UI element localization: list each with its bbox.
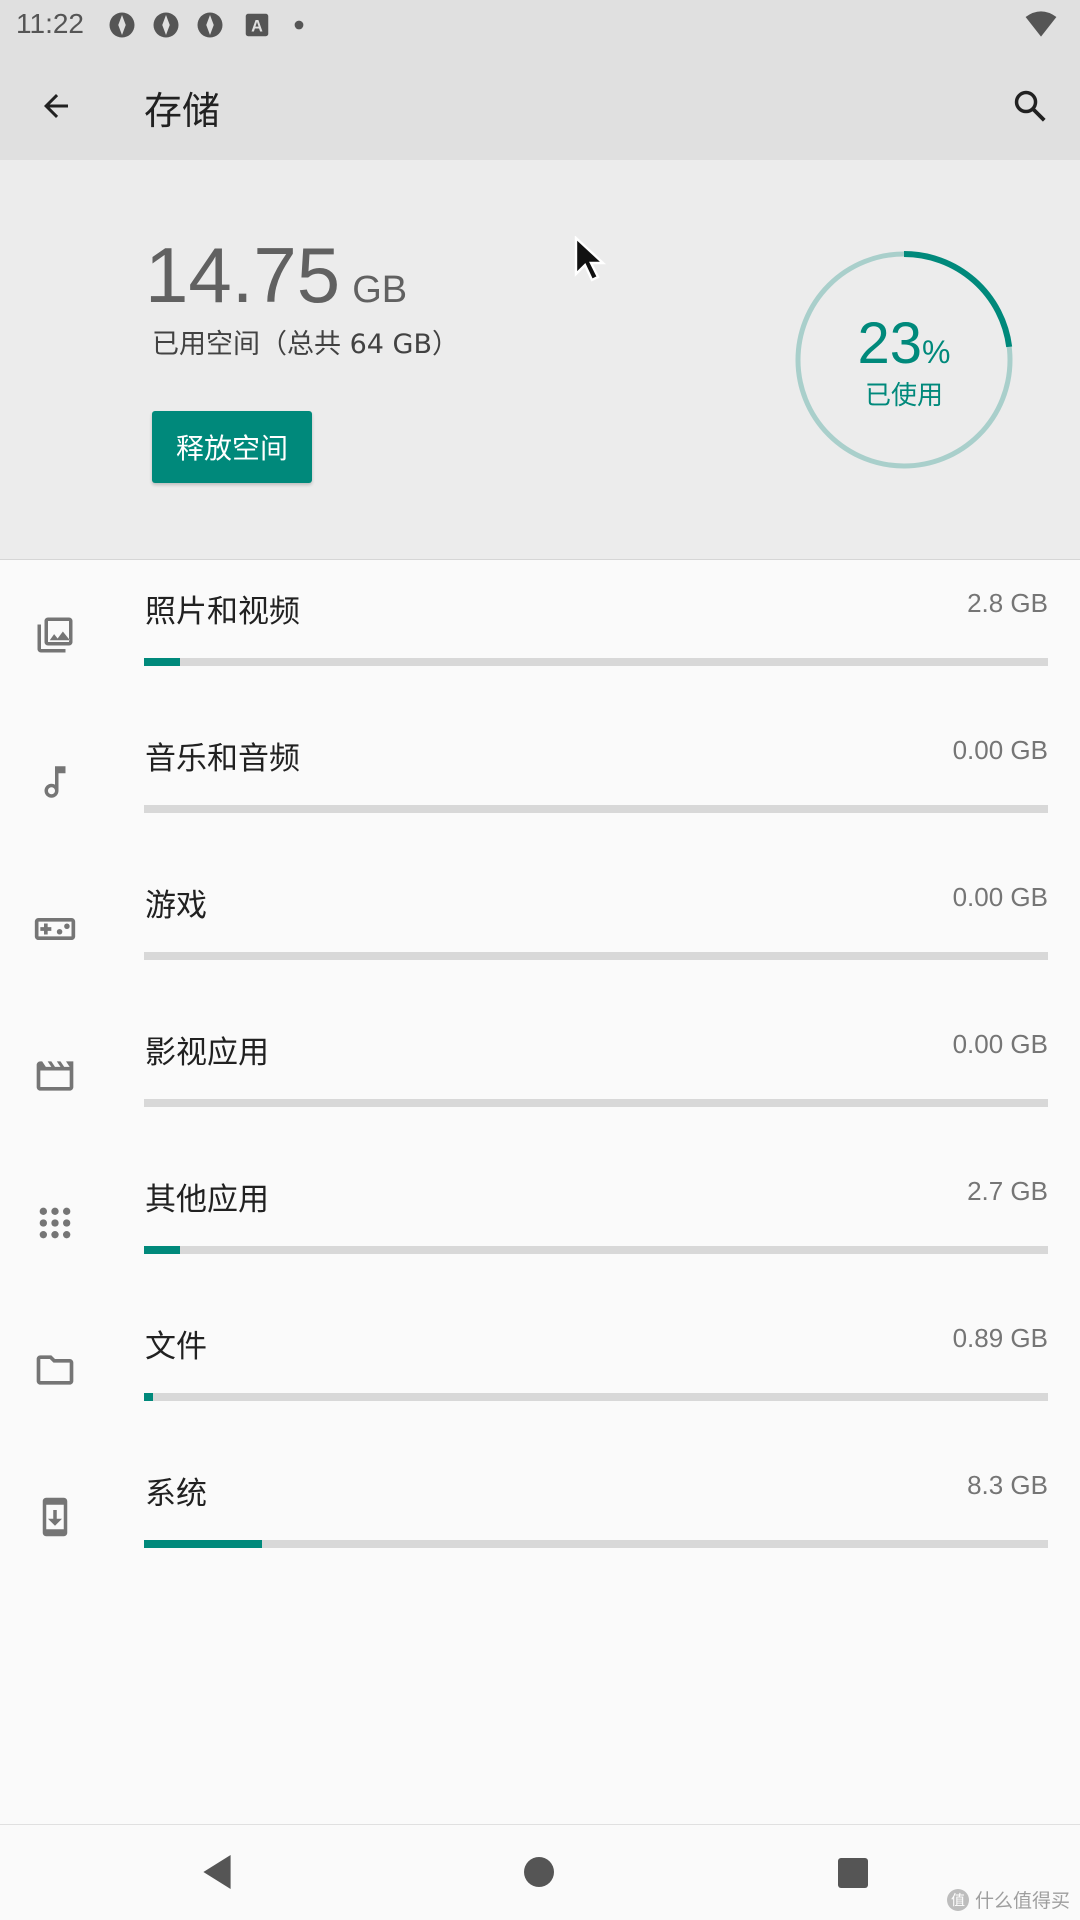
category-usage-fill [144,1393,154,1401]
category-size: 2.7 GB [967,1176,1048,1206]
free-up-space-button[interactable]: 释放空间 [152,411,312,483]
search-button[interactable] [1002,78,1058,134]
category-usage-fill [144,658,181,666]
watermark-text: 什么值得买 [974,1890,1070,1912]
category-usage-bar [144,805,1048,813]
page-title: 存储 [144,89,221,133]
usage-percent-sign: % [922,334,951,370]
category-usage-fill [144,1540,262,1548]
category-label: 游戏 [145,888,207,924]
storage-category-item[interactable]: 游戏 0.00 GB [0,854,1080,1001]
category-size: 8.3 GB [967,1470,1048,1500]
wifi-icon [1025,11,1057,37]
category-label: 音乐和音频 [145,741,300,777]
aperture-icon [197,12,223,38]
dot-icon [294,20,304,30]
usage-percent: 23% [792,310,1016,377]
storage-category-item[interactable]: 文件 0.89 GB [0,1295,1080,1442]
category-usage-bar [144,1246,1048,1254]
category-usage-bar [144,1099,1048,1107]
used-description: 已用空间（总共 64 GB） [152,329,459,360]
used-unit: GB [352,269,408,311]
gamepad-icon [30,904,80,954]
back-button[interactable] [28,78,84,134]
usage-percent-number: 23 [857,311,923,376]
folder-icon [30,1345,80,1395]
category-label: 系统 [145,1476,207,1512]
category-size: 2.8 GB [967,588,1048,618]
category-usage-bar [144,1393,1048,1401]
nav-home-icon[interactable] [524,1857,554,1887]
category-usage-bar [144,952,1048,960]
watermark-logo-icon: 值 [946,1888,969,1911]
category-size: 0.00 GB [952,1029,1048,1059]
category-label: 文件 [145,1329,207,1365]
aperture-icon [153,12,179,38]
category-usage-fill [144,1246,181,1254]
app-bar: 存储 [0,50,1080,160]
used-number: 14.75 [145,231,341,319]
svg-text:A: A [251,17,263,35]
movie-icon [30,1051,80,1101]
status-time: 11:22 [16,8,84,39]
nav-recent-icon[interactable] [838,1858,868,1888]
apps-icon [30,1198,80,1248]
category-size: 0.00 GB [952,735,1048,765]
category-label: 影视应用 [145,1035,269,1071]
nav-back-icon[interactable] [200,1853,234,1891]
storage-category-item[interactable]: 系统 8.3 GB [0,1442,1080,1589]
storage-category-item[interactable]: 照片和视频 2.8 GB [0,560,1080,707]
arrow-back-icon [44,94,68,118]
mouse-cursor-icon [574,236,607,282]
category-label: 其他应用 [145,1182,269,1218]
category-usage-bar [144,1540,1048,1548]
category-label: 照片和视频 [145,594,300,630]
category-size: 0.00 GB [952,882,1048,912]
watermark: 值 什么值得买 [946,1886,1070,1913]
storage-category-item[interactable]: 影视应用 0.00 GB [0,1001,1080,1148]
category-usage-bar [144,658,1048,666]
search-icon [1014,90,1046,122]
storage-category-item[interactable]: 其他应用 2.7 GB [0,1148,1080,1295]
music-note-icon [30,757,80,807]
system-update-icon [30,1492,80,1542]
a-box-icon: A [245,13,269,37]
usage-label: 已使用 [864,381,943,411]
photo-library-icon [30,610,80,660]
storage-category-item[interactable]: 音乐和音频 0.00 GB [0,707,1080,854]
status-bar: 11:22 A [0,0,1080,50]
used-amount: 14.75 GB [145,230,407,321]
category-size: 0.89 GB [952,1323,1048,1353]
navigation-bar [0,1824,1080,1920]
aperture-icon [109,12,135,38]
storage-summary: 14.75 GB 已用空间（总共 64 GB） 释放空间 23% 已使用 [0,160,1080,560]
